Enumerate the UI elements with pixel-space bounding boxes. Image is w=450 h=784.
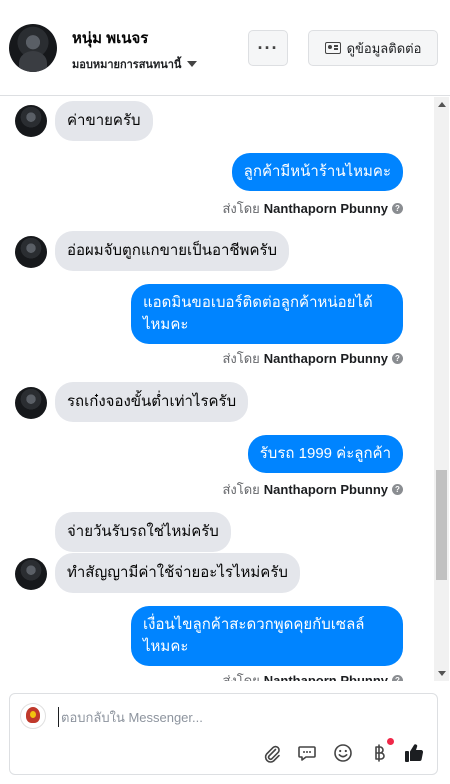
sender-avatar [15,558,47,590]
assign-conversation-label: มอบหมายการสนทนานี้ [72,59,182,71]
sent-by-prefix: ส่งโดย [222,673,260,681]
message-row: ลูกค้ามีหน้าร้านไหมคะ ส่งโดย Nanthaporn … [0,153,434,221]
contact-avatar[interactable] [9,24,57,72]
sent-by-prefix: ส่งโดย [222,201,260,216]
thread-scrollbar[interactable] [434,97,449,681]
scroll-up-arrow-icon[interactable] [438,102,446,107]
page-avatar [20,703,46,729]
sender-avatar [15,387,47,419]
outgoing-message[interactable]: รับรถ 1999 ค่ะลูกค้า [247,435,403,473]
contact-name[interactable]: หนุ่ม พเนจร [72,26,148,50]
sent-by-info: ส่งโดย Nanthaporn Pbunny ? [222,479,403,500]
incoming-message[interactable]: อ่อผมจับตูกแกขายเป็นอาชีพครับ [55,231,290,271]
baht-icon[interactable] [368,738,394,764]
chat-bubbles-icon[interactable] [296,742,318,764]
contact-card-icon [324,42,341,54]
notification-dot [387,738,394,745]
help-icon[interactable]: ? [392,675,403,681]
incoming-message[interactable]: รถเก๋งจองขั้นต่ำเท่าไรครับ [55,382,249,422]
more-options-button[interactable]: ··· [248,30,288,66]
conversation-header: หนุ่ม พเนจร มอบหมายการสนทนานี้ ··· ดูข้อ… [0,0,450,96]
more-options-label: ··· [257,37,279,58]
message-row: ทำสัญญามีค่าใช้จ่ายอะไรไหม่ครับ [0,553,434,593]
sent-by-name: Nanthaporn Pbunny [263,351,388,366]
scroll-down-arrow-icon[interactable] [438,671,446,676]
sent-by-info: ส่งโดย Nanthaporn Pbunny ? [222,670,403,681]
composer-toolbar [10,738,439,766]
help-icon[interactable]: ? [392,484,403,495]
sender-avatar [15,236,47,268]
smiley-icon[interactable] [332,742,354,764]
assign-conversation-dropdown[interactable]: มอบหมายการสนทนานี้ [72,55,198,73]
sent-by-prefix: ส่งโดย [222,351,260,366]
sent-by-name: Nanthaporn Pbunny [263,201,388,216]
message-row: เงื่อนไขลูกค้าสะดวกพูดคุยกับเซลล์ไหมคะ ส… [0,606,434,681]
reply-input[interactable] [58,707,418,727]
outgoing-message[interactable]: ลูกค้ามีหน้าร้านไหมคะ [231,153,403,191]
message-row: รับรถ 1999 ค่ะลูกค้า ส่งโดย Nanthaporn P… [0,435,434,499]
reply-composer [9,693,438,775]
sent-by-info: ส่งโดย Nanthaporn Pbunny ? [222,348,403,369]
view-contact-info-label: ดูข้อมูลติดต่อ [346,40,422,56]
message-thread: ค่าขายครับ ลูกค้ามีหน้าร้านไหมคะ ส่งโดย … [0,97,434,681]
sent-by-name: Nanthaporn Pbunny [263,482,388,497]
incoming-message[interactable]: ค่าขายครับ [55,101,153,141]
thumbs-up-icon[interactable] [403,742,425,764]
sender-avatar [15,105,47,137]
message-row: แอดมินขอเบอร์ติดต่อลูกค้าหน่อยได้ไหมคะ ส… [0,284,434,374]
sent-by-prefix: ส่งโดย [222,482,260,497]
message-row: อ่อผมจับตูกแกขายเป็นอาชีพครับ [0,231,434,271]
view-contact-info-button[interactable]: ดูข้อมูลติดต่อ [308,30,438,66]
help-icon[interactable]: ? [392,203,403,214]
sent-by-name: Nanthaporn Pbunny [263,673,388,681]
help-icon[interactable]: ? [392,353,403,364]
message-row: ค่าขายครับ [0,101,434,141]
outgoing-message[interactable]: เงื่อนไขลูกค้าสะดวกพูดคุยกับเซลล์ไหมคะ [131,606,403,666]
paperclip-icon[interactable] [261,742,283,764]
incoming-message[interactable]: จ่ายวันรับรถใช่ไหม่ครับ [55,512,231,552]
messenger-conversation-panel: หนุ่ม พเนจร มอบหมายการสนทนานี้ ··· ดูข้อ… [0,0,450,784]
message-row: รถเก๋งจองขั้นต่ำเท่าไรครับ [0,382,434,422]
caret-down-icon [187,61,198,67]
outgoing-message[interactable]: แอดมินขอเบอร์ติดต่อลูกค้าหน่อยได้ไหมคะ [131,284,403,344]
message-row: จ่ายวันรับรถใช่ไหม่ครับ [0,512,434,552]
sent-by-info: ส่งโดย Nanthaporn Pbunny ? [222,198,403,219]
incoming-message[interactable]: ทำสัญญามีค่าใช้จ่ายอะไรไหม่ครับ [55,553,300,593]
scrollbar-thumb[interactable] [436,470,447,580]
